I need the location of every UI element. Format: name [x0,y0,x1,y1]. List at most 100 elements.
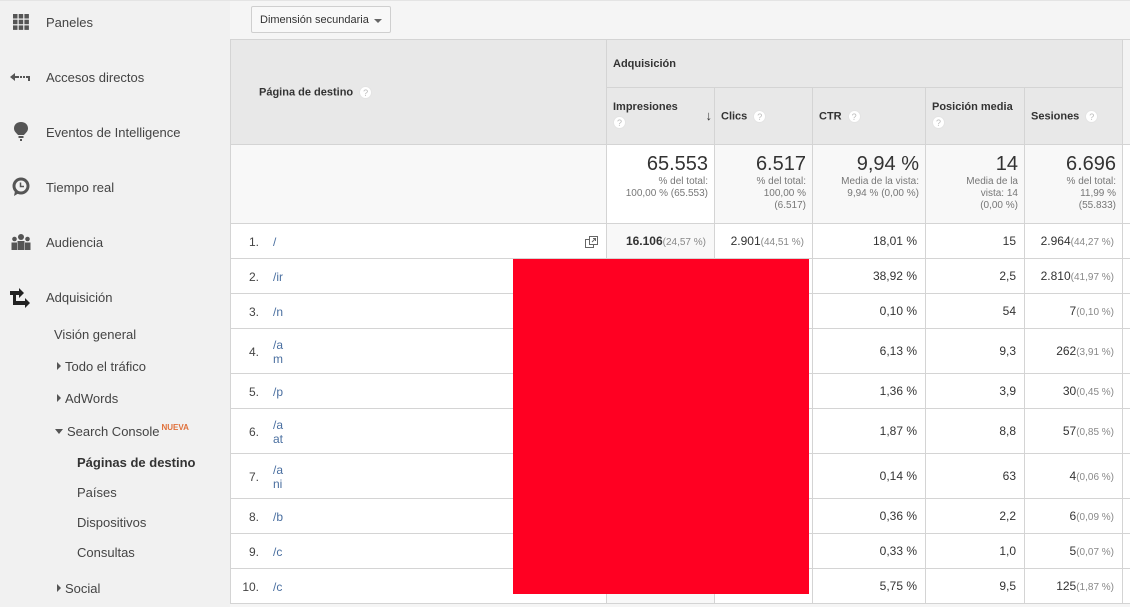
column-header-sesiones[interactable]: Sesiones? [1023,87,1124,145]
total-value: 14 [995,153,1018,175]
cell-value: 1,87 % [879,424,917,438]
posicion-media-cell: 3,9 [925,373,1025,409]
ctr-cell: 38,92 % [812,258,926,294]
cell-value: 63 [1002,469,1016,483]
cell-value: 0,36 % [879,509,917,523]
cell-value: 0,14 % [879,469,917,483]
open-external-icon[interactable] [585,235,598,248]
nav-label: Consultas [77,545,135,560]
ctr-cell: 0,36 % [812,498,926,534]
edge-cell [1122,223,1130,259]
column-header-ctr[interactable]: CTR? [812,87,926,145]
sesiones-cell: 125 (1,87 %) [1023,568,1124,604]
landing-page-link[interactable]: /n [273,305,283,319]
nav-dispositivos[interactable]: Dispositivos [77,515,146,530]
nav-adwords[interactable]: AdWords [57,391,118,406]
total-note: (0,00 %) [980,200,1018,211]
sort-desc-icon[interactable]: ↓ [706,108,713,123]
cell-value: 38,92 % [872,269,917,283]
nav-accesos-directos[interactable]: Accesos directos [0,62,230,92]
cell-percent: (0,45 %) [1076,387,1115,398]
landing-page-link[interactable]: / [273,235,276,249]
ctr-cell: 1,36 % [812,373,926,409]
posicion-media-cell: 54 [925,293,1025,329]
posicion-media-cell: 2,5 [925,258,1025,294]
nav-todo-el-trafico[interactable]: Todo el tráfico [57,359,146,374]
nav-eventos-intelligence[interactable]: Eventos de Intelligence [0,117,230,147]
total-posicion-media: 14 Media de la vista: 14 (0,00 %) [925,144,1025,224]
nav-paneles[interactable]: Paneles [0,7,230,37]
column-header-impresiones[interactable]: Impresiones? ↓ [606,87,715,145]
nav-vision-general[interactable]: Visión general [54,327,136,342]
cell-percent: (1,87 %) [1076,582,1115,593]
nav-label: Todo el tráfico [65,359,146,374]
column-header-landing-page[interactable]: Página de destino? [230,39,607,145]
help-icon[interactable]: ? [1085,109,1099,123]
help-icon[interactable]: ? [753,109,767,123]
landing-page-link[interactable]: /a m [273,338,283,366]
help-icon[interactable]: ? [613,116,626,129]
nav-label: Dispositivos [77,515,147,530]
nav-adquisicion[interactable]: Adquisición [0,282,230,312]
sesiones-cell: 2.810 (41,97 %) [1023,258,1124,294]
sesiones-cell: 2.964 (44,27 %) [1023,223,1124,259]
landing-page-cell: 1. / [230,223,607,259]
caret-right-icon [57,394,61,402]
landing-page-link[interactable]: /p [273,385,283,399]
nav-paises[interactable]: Países [77,485,117,500]
total-note: % del total: [1066,176,1117,187]
edge-cell [1122,293,1130,329]
header-label: Sesiones [1031,109,1080,122]
cell-value: 0,10 % [879,304,917,318]
sesiones-cell: 6 (0,09 %) [1023,498,1124,534]
nav-paginas-de-destino[interactable]: Páginas de destino [77,455,195,470]
sesiones-cell: 30 (0,45 %) [1023,373,1124,409]
sidebar: Paneles Accesos directos Eventos de Inte… [0,0,230,607]
sesiones-cell: 4 (0,06 %) [1023,453,1124,499]
nav-tiempo-real[interactable]: Tiempo real [0,172,230,202]
cell-value: 16.106 [625,234,663,248]
nav-label: Paneles [46,14,93,30]
help-icon[interactable]: ? [359,85,373,99]
column-header-posicion-media[interactable]: Posición media? [925,87,1025,145]
cell-percent: (0,85 %) [1076,427,1115,438]
nav-social[interactable]: Social [57,581,100,596]
caret-right-icon [57,584,61,592]
total-note: (6.517) [774,200,806,211]
ctr-cell: 18,01 % [812,223,926,259]
cell-value: 5,75 % [879,579,917,593]
row-index: 5. [248,384,259,399]
landing-page-link[interactable]: /a at [273,418,283,446]
table-row: 1. / 16.106 (24,57 %) 2.901 (44,51 %) 18… [230,223,1130,259]
landing-page-link[interactable]: /c [273,545,282,559]
nav-consultas[interactable]: Consultas [77,545,135,560]
total-sesiones: 6.696% del total: 11,99 % (55.833) [1023,144,1124,224]
nav-search-console[interactable]: Search Console NUEVA [55,423,189,439]
cell-value: 1,0 [999,544,1016,558]
landing-page-link[interactable]: /c [273,580,282,594]
total-note: 11,99 % [1080,188,1117,199]
landing-page-link[interactable]: /ir [273,270,283,284]
grid-icon [10,11,32,33]
secondary-dimension-dropdown[interactable]: Dimensión secundaria [251,6,391,33]
nav-label: Adquisición [46,289,113,305]
nav-audiencia[interactable]: Audiencia [0,227,230,257]
people-icon [10,231,32,253]
help-icon[interactable]: ? [847,109,861,123]
posicion-media-cell: 63 [925,453,1025,499]
cell-value: 6 [1069,509,1077,523]
edge-cell [1122,498,1130,534]
sesiones-cell: 5 (0,07 %) [1023,533,1124,569]
header-label: Clics [721,109,748,122]
total-note: % del total: [658,176,708,187]
column-header-clics[interactable]: Clics? [714,87,813,145]
cell-value: 2.901 [730,234,761,248]
cell-percent: (0,09 %) [1076,512,1115,523]
header-label: Impresiones [613,101,678,113]
sesiones-cell: 262 (3,91 %) [1023,328,1124,374]
cell-percent: (44,27 %) [1070,237,1115,248]
help-icon[interactable]: ? [932,116,945,129]
landing-page-link[interactable]: /b [273,510,283,524]
edge-cell [1122,408,1130,454]
landing-page-link[interactable]: /a ni [273,463,283,491]
